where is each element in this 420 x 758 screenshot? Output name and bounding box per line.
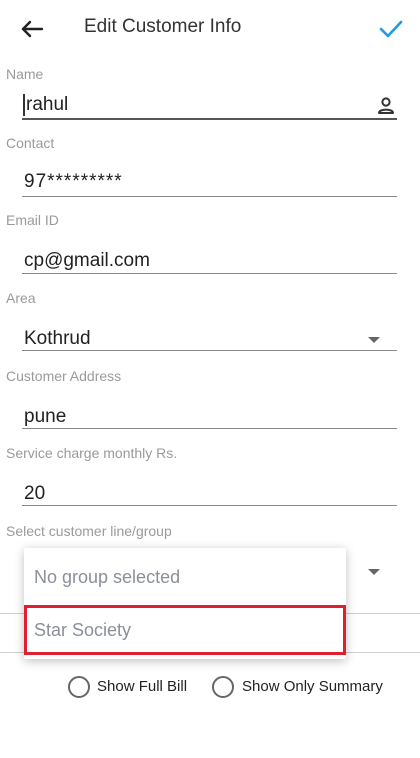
bill-options: Show Full Bill Show Only Summary <box>0 676 420 702</box>
name-input[interactable]: rahul <box>26 94 68 116</box>
contact-underline <box>22 196 397 197</box>
name-underline <box>22 118 397 120</box>
area-dropdown-icon[interactable] <box>368 337 380 343</box>
address-input[interactable]: pune <box>24 406 66 428</box>
save-check-icon[interactable] <box>376 14 406 44</box>
area-select[interactable]: Kothrud <box>24 328 91 350</box>
name-label: Name <box>6 66 44 82</box>
service-charge-underline <box>22 505 397 506</box>
back-arrow-icon[interactable] <box>18 14 48 44</box>
menu-item-star-society[interactable]: Star Society <box>24 605 346 655</box>
email-underline <box>22 273 397 274</box>
address-underline <box>22 428 397 429</box>
full-bill-radio[interactable] <box>68 676 90 698</box>
area-underline <box>22 350 397 351</box>
service-charge-input[interactable]: 20 <box>24 483 45 505</box>
full-bill-label[interactable]: Show Full Bill <box>97 678 187 695</box>
email-input[interactable]: cp@gmail.com <box>24 250 150 272</box>
group-dropdown-menu: No group selected Star Society <box>24 548 346 659</box>
address-label: Customer Address <box>6 368 122 384</box>
page-title: Edit Customer Info <box>84 16 242 37</box>
text-cursor <box>23 94 25 116</box>
summary-label[interactable]: Show Only Summary <box>242 678 383 695</box>
service-charge-label: Service charge monthly Rs. <box>6 445 178 461</box>
group-dropdown-icon[interactable] <box>368 569 380 575</box>
app-bar: Edit Customer Info <box>0 0 420 58</box>
person-icon <box>376 96 396 116</box>
contact-label: Contact <box>6 135 55 151</box>
group-label: Select customer line/group <box>6 523 172 539</box>
menu-item-no-group[interactable]: No group selected <box>24 552 346 602</box>
contact-input[interactable]: 97********* <box>24 171 123 193</box>
summary-radio[interactable] <box>212 676 234 698</box>
email-label: Email ID <box>6 212 59 228</box>
area-label: Area <box>6 290 36 306</box>
